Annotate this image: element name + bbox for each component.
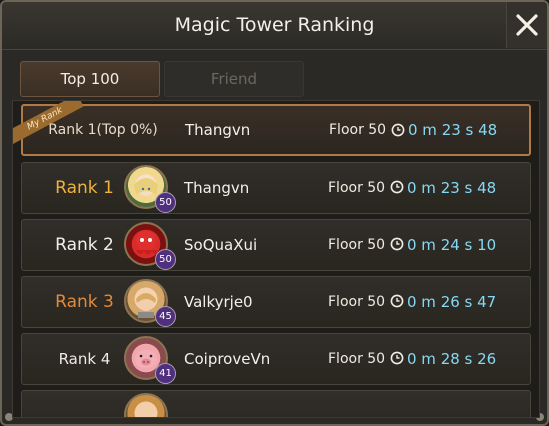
floor-value: Floor 50 — [328, 351, 386, 367]
level-badge: 50 — [155, 192, 176, 213]
rank-label: Rank 3 — [55, 292, 114, 312]
my-rank-floor: Floor 50 — [329, 122, 387, 138]
time-value: 0 m 28 s 26 — [407, 350, 497, 368]
clock-icon — [390, 294, 404, 308]
floor-value: Floor 50 — [328, 237, 386, 253]
level-badge: 50 — [155, 249, 176, 270]
avatar[interactable]: 50 — [124, 222, 176, 270]
avatar[interactable]: 50 — [124, 165, 176, 213]
avatar[interactable] — [124, 393, 168, 417]
rank-label: Rank 2 — [55, 235, 114, 255]
close-icon — [516, 14, 538, 36]
time-value: 0 m 24 s 10 — [407, 236, 497, 254]
ranking-row[interactable]: Rank 4 41 CoiproveVn Floor 50 0 m 28 s 2… — [21, 333, 531, 385]
ranking-panel: Magic Tower Ranking Top 100 Friend My Ra… — [0, 0, 549, 426]
avatar[interactable]: 45 — [124, 279, 176, 327]
time-value: 0 m 26 s 47 — [407, 293, 497, 311]
player-name: Thangvn — [184, 179, 250, 197]
time-value: 0 m 23 s 48 — [407, 179, 497, 197]
my-rank-time: 0 m 23 s 48 — [408, 121, 498, 139]
player-name: Valkyrje0 — [184, 293, 253, 311]
window-title: Magic Tower Ranking — [174, 14, 375, 36]
player-name: CoiproveVn — [184, 350, 271, 368]
clock-icon — [391, 123, 405, 137]
my-rank-label: Rank 1(Top 0%) — [48, 122, 158, 138]
ranking-row[interactable]: Rank 2 50 SoQuaXui Floor 50 0 m 24 s 10 — [21, 219, 531, 271]
clock-icon — [390, 351, 404, 365]
ranking-row[interactable]: Rank 1 50 Thangvn Floor 50 0 m 23 s 48 — [21, 162, 531, 214]
ranking-row[interactable]: Rank 3 45 Valkyrje0 Floor 50 0 m 26 s 47 — [21, 276, 531, 328]
floor-value: Floor 50 — [328, 180, 386, 196]
ranking-list[interactable]: My Rank Rank 1(Top 0%) Thangvn Floor 50 … — [12, 100, 540, 418]
my-rank-player-name: Thangvn — [185, 121, 251, 139]
close-button[interactable] — [506, 2, 547, 48]
clock-icon — [390, 180, 404, 194]
rank-label: Rank 1 — [55, 178, 114, 198]
avatar[interactable]: 41 — [124, 336, 176, 384]
tab-top-100[interactable]: Top 100 — [20, 61, 160, 97]
tab-friend[interactable]: Friend — [164, 61, 304, 97]
ranking-row[interactable] — [21, 390, 531, 417]
player-name: SoQuaXui — [184, 236, 258, 254]
rank-label: Rank 4 — [58, 350, 111, 368]
header: Magic Tower Ranking — [2, 2, 547, 50]
my-rank-row[interactable]: My Rank Rank 1(Top 0%) Thangvn Floor 50 … — [13, 101, 531, 156]
level-badge: 41 — [155, 363, 176, 384]
floor-value: Floor 50 — [328, 294, 386, 310]
clock-icon — [390, 237, 404, 251]
level-badge: 45 — [155, 306, 176, 327]
